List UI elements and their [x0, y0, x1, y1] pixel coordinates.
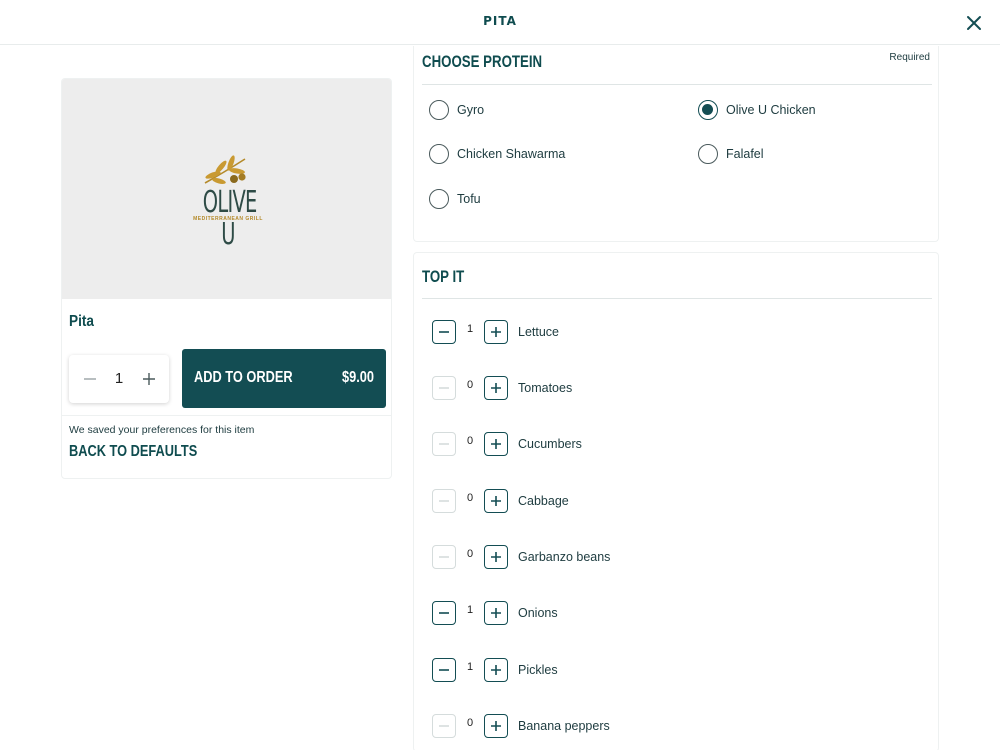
minus-icon — [439, 387, 449, 389]
topping-row-cabbage: 0 Cabbage — [432, 489, 732, 513]
topping-label: Tomatoes — [518, 381, 573, 395]
plus-icon[interactable] — [142, 372, 156, 386]
radio-button[interactable] — [429, 100, 449, 120]
required-label: Required — [889, 52, 930, 63]
plus-icon — [491, 496, 501, 506]
plus-icon — [491, 552, 501, 562]
radio-button[interactable] — [698, 144, 718, 164]
topping-count: 0 — [466, 435, 474, 447]
protein-option-label: Falafel — [726, 147, 764, 161]
plus-icon — [491, 327, 501, 337]
decrement-button[interactable] — [432, 714, 456, 738]
topping-label: Pickles — [518, 663, 558, 677]
section-divider — [422, 298, 932, 299]
minus-icon — [439, 725, 449, 727]
topping-row-banana-peppers: 0 Banana peppers — [432, 714, 732, 738]
protein-option-olive-u-chicken[interactable]: Olive U Chicken — [698, 100, 816, 120]
modal-title: PITA — [483, 14, 517, 28]
minus-icon — [439, 443, 449, 445]
protein-option-label: Gyro — [457, 103, 485, 117]
increment-button[interactable] — [484, 376, 508, 400]
plus-icon — [491, 608, 501, 618]
radio-button-selected[interactable] — [698, 100, 718, 120]
topping-count: 0 — [466, 492, 474, 504]
topping-count: 1 — [466, 604, 474, 616]
preferences-note: We saved your preferences for this item — [69, 424, 255, 436]
increment-button[interactable] — [484, 601, 508, 625]
section-divider — [422, 84, 932, 85]
increment-button[interactable] — [484, 658, 508, 682]
section-title-toppings: TOP IT — [422, 267, 465, 286]
close-icon — [967, 16, 981, 30]
topping-label: Garbanzo beans — [518, 550, 611, 564]
topping-row-garbanzo-beans: 0 Garbanzo beans — [432, 545, 732, 569]
minus-icon — [439, 612, 449, 614]
decrement-button[interactable] — [432, 658, 456, 682]
minus-icon — [439, 331, 449, 333]
topping-count: 1 — [466, 323, 474, 335]
add-to-order-label: ADD TO ORDER — [194, 369, 293, 386]
toppings-section: TOP IT 1 Lettuce 0 Tomatoes 0 Cucumbers … — [413, 252, 939, 750]
quantity-value: 1 — [114, 370, 124, 387]
topping-count: 0 — [466, 548, 474, 560]
topping-label: Cucumbers — [518, 437, 582, 451]
decrement-button[interactable] — [432, 489, 456, 513]
topping-label: Cabbage — [518, 494, 569, 508]
protein-option-tofu[interactable]: Tofu — [429, 189, 481, 209]
section-title-protein: CHOOSE PROTEIN — [422, 52, 543, 71]
decrement-button[interactable] — [432, 432, 456, 456]
minus-icon — [439, 669, 449, 671]
increment-button[interactable] — [484, 714, 508, 738]
increment-button[interactable] — [484, 545, 508, 569]
increment-button[interactable] — [484, 489, 508, 513]
decrement-button[interactable] — [432, 601, 456, 625]
back-to-defaults-link[interactable]: BACK TO DEFAULTS — [69, 443, 197, 461]
divider — [62, 415, 391, 416]
item-name: Pita — [69, 313, 94, 330]
decrement-button[interactable] — [432, 320, 456, 344]
minus-icon — [439, 500, 449, 502]
increment-button[interactable] — [484, 320, 508, 344]
radio-button[interactable] — [429, 189, 449, 209]
protein-option-label: Olive U Chicken — [726, 103, 816, 117]
topping-count: 0 — [466, 717, 474, 729]
topping-count: 1 — [466, 661, 474, 673]
plus-icon — [491, 383, 501, 393]
decrement-button[interactable] — [432, 376, 456, 400]
topping-row-onions: 1 Onions — [432, 601, 732, 625]
minus-icon[interactable] — [83, 372, 97, 386]
modal-header: PITA — [0, 0, 1000, 45]
olive-branch-icon — [204, 155, 246, 184]
plus-icon — [491, 439, 501, 449]
topping-row-cucumbers: 0 Cucumbers — [432, 432, 732, 456]
item-card: OLIVE U MEDITERRANEAN GRILL Pita 1 ADD T… — [61, 78, 392, 479]
plus-icon — [491, 665, 501, 675]
brand-logo: OLIVE U — [193, 155, 263, 251]
order-price: $9.00 — [341, 369, 374, 386]
radio-button[interactable] — [429, 144, 449, 164]
protein-option-label: Tofu — [457, 192, 481, 206]
item-image: OLIVE U — [62, 79, 391, 299]
protein-option-chicken-shawarma[interactable]: Chicken Shawarma — [429, 144, 565, 164]
protein-section: CHOOSE PROTEIN Required Gyro Olive U Chi… — [413, 46, 939, 242]
topping-row-tomatoes: 0 Tomatoes — [432, 376, 732, 400]
logo-subtext: MEDITERRANEAN GRILL — [193, 216, 263, 222]
topping-label: Lettuce — [518, 325, 560, 339]
protein-option-label: Chicken Shawarma — [457, 147, 566, 161]
decrement-button[interactable] — [432, 545, 456, 569]
protein-option-gyro[interactable]: Gyro — [429, 100, 484, 120]
topping-row-lettuce: 1 Lettuce — [432, 320, 732, 344]
protein-option-falafel[interactable]: Falafel — [698, 144, 764, 164]
add-to-order-button[interactable]: ADD TO ORDER $9.00 — [182, 349, 386, 408]
minus-icon — [439, 556, 449, 558]
topping-label: Onions — [518, 606, 558, 620]
quantity-stepper: 1 — [69, 355, 169, 403]
topping-count: 0 — [466, 379, 474, 391]
increment-button[interactable] — [484, 432, 508, 456]
topping-label: Banana peppers — [518, 719, 610, 733]
plus-icon — [491, 721, 501, 731]
close-button[interactable] — [962, 11, 986, 35]
topping-row-pickles: 1 Pickles — [432, 658, 732, 682]
